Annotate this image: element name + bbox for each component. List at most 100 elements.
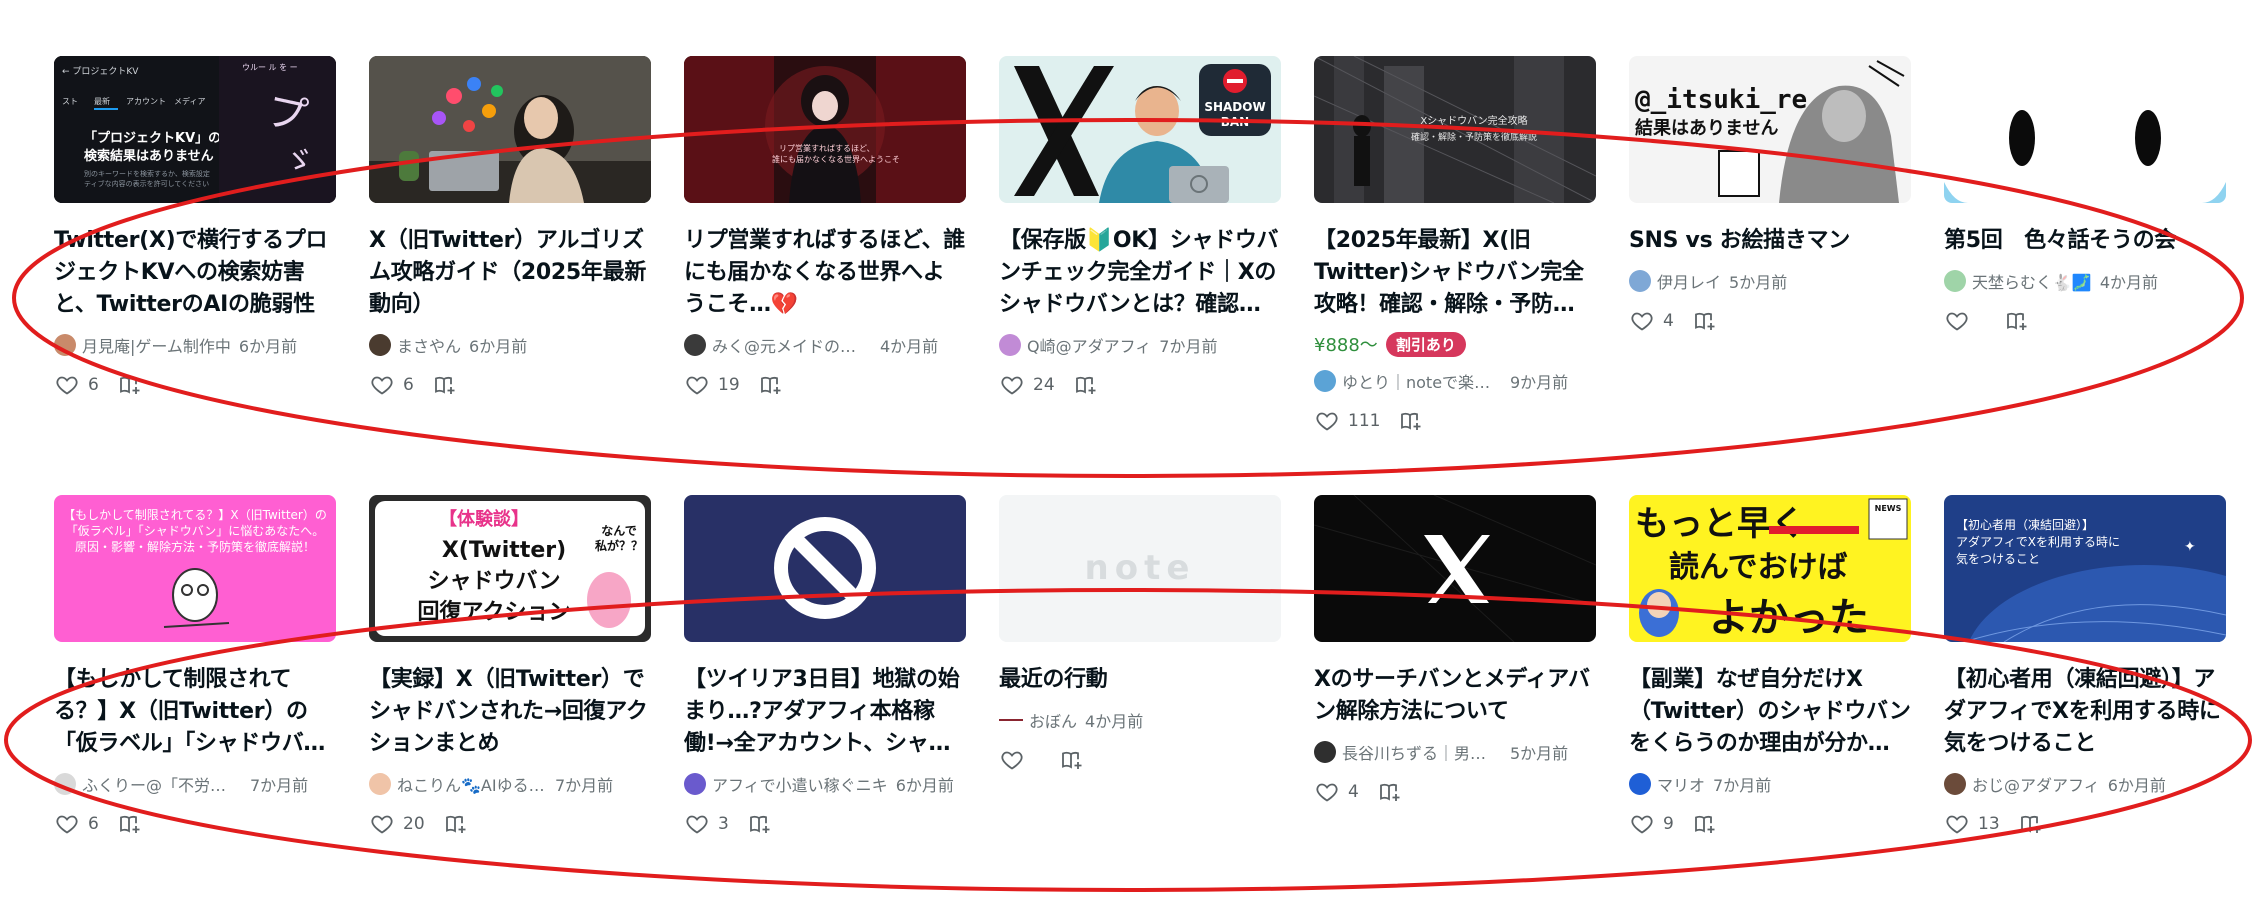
article-card[interactable]: ← プロジェクトKV スト 最新 アカウント メディア 「プロジェクトKV」の …	[54, 56, 336, 435]
author-name[interactable]: みく@元メイドのコン…	[712, 333, 862, 357]
author-name[interactable]: ねこりん🐾AIゆる副業 …	[397, 772, 547, 796]
heart-icon[interactable]	[684, 811, 710, 837]
avatar[interactable]	[999, 719, 1023, 721]
author-name[interactable]: 月見庵|ゲーム制作中	[82, 333, 231, 357]
article-title[interactable]: 第5回 色々話そうの会	[1944, 225, 2226, 257]
magazine-add-icon[interactable]	[1692, 811, 1718, 837]
avatar[interactable]	[369, 773, 391, 795]
article-card[interactable]: note 最近の行動 おぼん 4か月前	[999, 495, 1281, 838]
avatar[interactable]	[1314, 370, 1336, 392]
avatar[interactable]	[1944, 270, 1966, 292]
author-name[interactable]: Q崎@アダアフィ	[1027, 333, 1151, 357]
heart-icon[interactable]	[369, 372, 395, 398]
article-card[interactable]: Xシャドウバン完全攻略 確認・解除・予防策を徹底解説 【2025年最新】X(旧T…	[1314, 56, 1596, 435]
article-title[interactable]: Twitter(X)で横行するプロジェクトKVへの検索妨害と、TwitterのA…	[54, 225, 336, 321]
magazine-add-icon[interactable]	[443, 811, 469, 837]
article-card[interactable]: 【体験談】 X(Twitter) シャドウバン 回復アクション なんで 私が？？…	[369, 495, 651, 838]
magazine-add-icon[interactable]	[117, 372, 143, 398]
article-title[interactable]: リプ営業すればするほど、誰にも届かなくなる世界へようこそ…💔	[684, 225, 966, 321]
author-name[interactable]: おぼん	[1029, 708, 1077, 732]
author-name[interactable]: おじ@アダアフィ	[1972, 772, 2100, 796]
magazine-add-icon[interactable]	[2018, 811, 2044, 837]
author-name[interactable]: 伊月レイ	[1657, 269, 1721, 293]
article-title[interactable]: X（旧Twitter）アルゴリズム攻略ガイド（2025年最新動向）	[369, 225, 651, 321]
author-name[interactable]: ゆとり｜noteで楽する…	[1342, 369, 1492, 393]
yellow-text-thumbnail[interactable]: もっと早く NEWS 読んでおけば よかった	[1629, 495, 1911, 642]
article-card[interactable]: SHADOW BAN 【保存版🔰OK】シャドウバンチェック完全ガイド｜Xのシャド…	[999, 56, 1281, 435]
article-card[interactable]: Xのサーチバンとメディアバン解除方法について 長谷川ちずる｜男性機… 5か月前 …	[1314, 495, 1596, 838]
magazine-add-icon[interactable]	[758, 372, 784, 398]
article-title[interactable]: 【初心者用（凍結回避）】アダアフィでXを利用する時に気をつけること	[1944, 664, 2226, 760]
avatar[interactable]	[54, 773, 76, 795]
magazine-add-icon[interactable]	[747, 811, 773, 837]
dark-city-thumbnail[interactable]: Xシャドウバン完全攻略 確認・解除・予防策を徹底解説	[1314, 56, 1596, 203]
svg-text:誰にも届かなくなる世界へようこそ: 誰にも届かなくなる世界へようこそ	[772, 154, 900, 164]
face-thumbnail[interactable]	[1944, 56, 2226, 203]
heart-icon[interactable]	[1944, 811, 1970, 837]
avatar[interactable]	[684, 773, 706, 795]
prohibited-thumbnail[interactable]	[684, 495, 966, 642]
article-title[interactable]: 【副業】なぜ自分だけX（Twitter）のシャドウバンをくらうのか理由が分かった…	[1629, 664, 1911, 760]
article-card[interactable]: 【もしかして制限されてる？】X（旧Twitter）の 「仮ラベル」「シャドウバン…	[54, 495, 336, 838]
heart-icon[interactable]	[999, 747, 1025, 773]
search-results-thumbnail[interactable]: ← プロジェクトKV スト 最新 アカウント メディア 「プロジェクトKV」の …	[54, 56, 336, 203]
beginner-globe-thumbnail[interactable]: 【初心者用（凍結回避）】 アダアフィでXを利用する時に 気をつけること ✦	[1944, 495, 2226, 642]
article-title[interactable]: SNS vs お絵描きマン	[1629, 225, 1911, 257]
heart-icon[interactable]	[684, 372, 710, 398]
heart-icon[interactable]	[999, 372, 1025, 398]
heart-icon[interactable]	[1629, 308, 1655, 334]
magazine-add-icon[interactable]	[1377, 779, 1403, 805]
avatar[interactable]	[684, 334, 706, 356]
x-logo-thumbnail[interactable]	[1314, 495, 1596, 642]
author-name[interactable]: 天埜らむく🐇🗾	[1972, 269, 2092, 293]
heart-icon[interactable]	[369, 811, 395, 837]
magazine-add-icon[interactable]	[1073, 372, 1099, 398]
heart-icon[interactable]	[1314, 408, 1340, 434]
owl-pink-thumbnail[interactable]: 【もしかして制限されてる？】X（旧Twitter）の 「仮ラベル」「シャドウバン…	[54, 495, 336, 642]
author-name[interactable]: 長谷川ちずる｜男性機…	[1342, 740, 1492, 764]
avatar[interactable]	[999, 334, 1021, 356]
magazine-add-icon[interactable]	[117, 811, 143, 837]
magazine-add-icon[interactable]	[1059, 747, 1085, 773]
woman-with-phone-thumbnail[interactable]	[369, 56, 651, 203]
article-card[interactable]: X（旧Twitter）アルゴリズム攻略ガイド（2025年最新動向） まさやん 6…	[369, 56, 651, 435]
article-title[interactable]: 最近の行動	[999, 664, 1281, 696]
article-card[interactable]: @_itsuki_re 結果はありません SNS vs お絵描きマン 伊月レイ …	[1629, 56, 1911, 435]
author-name[interactable]: アフィで小遣い稼ぐニキ	[712, 772, 888, 796]
experience-thumbnail[interactable]: 【体験談】 X(Twitter) シャドウバン 回復アクション なんで 私が？？	[369, 495, 651, 642]
article-card[interactable]: 第5回 色々話そうの会 天埜らむく🐇🗾 4か月前	[1944, 56, 2226, 435]
article-card[interactable]: 【初心者用（凍結回避）】 アダアフィでXを利用する時に 気をつけること ✦ 【初…	[1944, 495, 2226, 838]
avatar[interactable]	[1629, 773, 1651, 795]
manga-thumbnail[interactable]: @_itsuki_re 結果はありません	[1629, 56, 1911, 203]
article-title[interactable]: 【2025年最新】X(旧Twitter)シャドウバン完全攻略！確認・解除・予防策…	[1314, 225, 1596, 321]
author-name[interactable]: まさやん	[397, 333, 461, 357]
note-placeholder-thumbnail[interactable]: note	[999, 495, 1281, 642]
article-title[interactable]: 【保存版🔰OK】シャドウバンチェック完全ガイド｜Xのシャドウバンとは？確認方法…	[999, 225, 1281, 321]
article-title[interactable]: 【実録】X（旧Twitter）でシャドバンされた→回復アクションまとめ	[369, 664, 651, 760]
article-card[interactable]: 【ツイリア3日目】地獄の始まり…?アダアフィ本格稼働!→全アカウント、シャドウバ…	[684, 495, 966, 838]
author-name[interactable]: ふくりー@「不労所得…	[82, 772, 232, 796]
avatar[interactable]	[54, 334, 76, 356]
heart-icon[interactable]	[54, 372, 80, 398]
article-title[interactable]: 【ツイリア3日目】地獄の始まり…?アダアフィ本格稼働!→全アカウント、シャドウバ…	[684, 664, 966, 760]
svg-text:結果はありません: 結果はありません	[1635, 117, 1778, 139]
author-name[interactable]: マリオ	[1657, 772, 1705, 796]
article-title[interactable]: Xのサーチバンとメディアバン解除方法について	[1314, 664, 1596, 728]
heart-icon[interactable]	[1629, 811, 1655, 837]
heart-icon[interactable]	[54, 811, 80, 837]
magazine-add-icon[interactable]	[1398, 408, 1424, 434]
shadow-ban-x-thumbnail[interactable]: SHADOW BAN	[999, 56, 1281, 203]
article-card[interactable]: もっと早く NEWS 読んでおけば よかった 【副業】なぜ自分だけX（Twitt…	[1629, 495, 1911, 838]
article-title[interactable]: 【もしかして制限されてる？】X（旧Twitter）の「仮ラベル」「シャドウバン」…	[54, 664, 336, 760]
avatar[interactable]	[1944, 773, 1966, 795]
heart-icon[interactable]	[1944, 308, 1970, 334]
article-card[interactable]: リプ営業すればするほど、 誰にも届かなくなる世界へようこそ リプ営業すればするほ…	[684, 56, 966, 435]
magazine-add-icon[interactable]	[432, 372, 458, 398]
avatar[interactable]	[1314, 741, 1336, 763]
avatar[interactable]	[369, 334, 391, 356]
magazine-add-icon[interactable]	[1692, 308, 1718, 334]
heart-icon[interactable]	[1314, 779, 1340, 805]
avatar[interactable]	[1629, 270, 1651, 292]
magazine-add-icon[interactable]	[2004, 308, 2030, 334]
gothic-girl-thumbnail[interactable]: リプ営業すればするほど、 誰にも届かなくなる世界へようこそ	[684, 56, 966, 203]
